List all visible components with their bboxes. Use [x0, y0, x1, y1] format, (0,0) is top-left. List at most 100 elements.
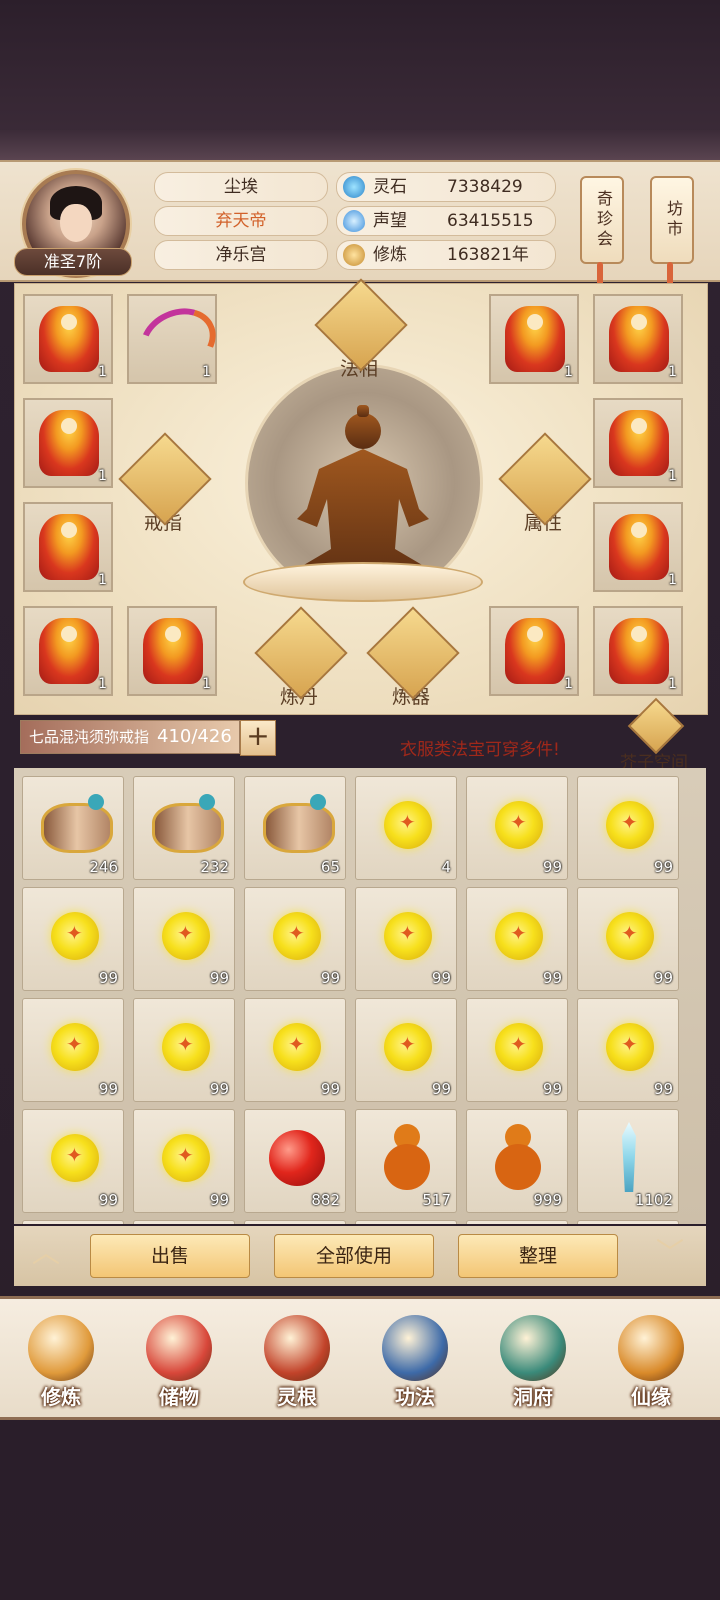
equip-slot[interactable]: 1 [23, 294, 113, 384]
stat-reputation: 声望 63415515 [336, 206, 556, 236]
robe-item-icon [609, 410, 669, 476]
inventory-item[interactable]: 99 [244, 887, 346, 991]
golden-orb-icon [162, 1023, 210, 1071]
equip-slot[interactable]: 1 [593, 606, 683, 696]
stat-label: 声望 [373, 211, 407, 231]
item-count: 882 [311, 1191, 340, 1209]
item-count: 246 [89, 858, 118, 876]
inventory-item[interactable]: 99 [133, 998, 235, 1102]
equip-slot[interactable]: 1 [127, 294, 227, 386]
inventory-grid: 2462326549999999999999999999999999999999… [14, 768, 706, 1224]
inventory-item[interactable]: 99 [355, 998, 457, 1102]
use-all-button[interactable]: 全部使用 [274, 1234, 434, 1278]
inventory-item[interactable] [244, 1220, 346, 1224]
golden-orb-icon [162, 1134, 210, 1182]
inventory-item[interactable]: 99 [133, 1109, 235, 1213]
inventory-item[interactable]: 99 [355, 887, 457, 991]
inventory-item[interactable]: 99 [22, 998, 124, 1102]
robe-item-icon [609, 514, 669, 580]
nav-label: 储物 [159, 1385, 199, 1409]
item-count: 99 [98, 969, 118, 987]
item-count: 99 [542, 1080, 562, 1098]
robe-item-icon [505, 618, 565, 684]
spirit-stone-icon [343, 176, 365, 198]
inventory-item[interactable]: 99 [577, 998, 679, 1102]
alchemy-button[interactable]: 炼丹 [254, 606, 348, 709]
inventory-item[interactable] [133, 1220, 235, 1224]
inventory-item[interactable]: 99 [466, 776, 568, 880]
golden-orb-icon [51, 1023, 99, 1071]
item-count: 99 [542, 858, 562, 876]
cultivation-icon [28, 1315, 94, 1381]
bottom-nav: 修炼 储物 灵根 功法 洞府 仙缘 [0, 1296, 720, 1420]
item-count: 99 [653, 858, 673, 876]
equip-slot[interactable]: 1 [23, 398, 113, 488]
ring-capacity-bar: 七品混沌须弥戒指 410/426 [20, 720, 240, 754]
inventory-item[interactable]: 4 [355, 776, 457, 880]
inventory-item[interactable]: 99 [22, 887, 124, 991]
stat-value: 163821年 [447, 245, 529, 265]
inventory-item[interactable]: 999 [466, 1109, 568, 1213]
equip-slot[interactable]: 1 [127, 606, 217, 696]
inventory-item[interactable]: 99 [466, 998, 568, 1102]
inventory-item[interactable]: 232 [133, 776, 235, 880]
nav-item[interactable]: 储物 [124, 1303, 234, 1413]
robe-item-icon [39, 514, 99, 580]
inventory-item[interactable]: 99 [577, 887, 679, 991]
inventory-item[interactable]: 99 [244, 998, 346, 1102]
forging-button[interactable]: 炼器 [366, 606, 460, 709]
nav-item[interactable]: 洞府 [478, 1303, 588, 1413]
inventory-item[interactable] [22, 1220, 124, 1224]
inventory-item[interactable] [466, 1220, 568, 1224]
treasure-fair-button[interactable]: 奇珍会 [580, 176, 624, 264]
equip-slot[interactable]: 1 [593, 294, 683, 384]
action-bar: ︿ 出售 全部使用 整理 ﹀ [14, 1226, 706, 1286]
inventory-item[interactable] [577, 1220, 679, 1224]
ring-button[interactable]: 戒指 [118, 432, 212, 535]
item-count: 517 [422, 1191, 451, 1209]
inventory-item[interactable]: 99 [577, 776, 679, 880]
inventory-item[interactable]: 517 [355, 1109, 457, 1213]
chevron-down-icon[interactable]: ﹀ [650, 1238, 690, 1268]
inventory-item[interactable]: 99 [133, 887, 235, 991]
nav-label: 灵根 [277, 1385, 317, 1409]
inventory-item[interactable]: 1102 [577, 1109, 679, 1213]
robe-item-icon [609, 306, 669, 372]
item-count: 99 [653, 1080, 673, 1098]
dharma-form-button[interactable]: 法相 [314, 278, 408, 381]
item-count: 999 [533, 1191, 562, 1209]
player-sect[interactable]: 净乐宫 [154, 240, 328, 270]
player-header: 准圣7阶 尘埃 弃天帝 净乐宫 灵石 7338429 声望 63415515 修… [0, 160, 720, 288]
equip-slot[interactable]: 1 [23, 606, 113, 696]
nav-item[interactable]: 仙缘 [596, 1303, 706, 1413]
nav-item[interactable]: 灵根 [242, 1303, 352, 1413]
inventory-item[interactable]: 99 [22, 1109, 124, 1213]
market-button[interactable]: 坊市 [650, 176, 694, 264]
sort-button[interactable]: 整理 [458, 1234, 618, 1278]
equip-slot[interactable]: 1 [489, 606, 579, 696]
golden-orb-icon [51, 912, 99, 960]
item-count: 99 [209, 1080, 229, 1098]
sell-button[interactable]: 出售 [90, 1234, 250, 1278]
nav-item[interactable]: 功法 [360, 1303, 470, 1413]
ring-capacity: 410/426 [157, 726, 232, 747]
nav-item[interactable]: 修炼 [6, 1303, 116, 1413]
inventory-item[interactable] [355, 1220, 457, 1224]
equip-slot[interactable]: 1 [23, 502, 113, 592]
item-count: 99 [209, 1191, 229, 1209]
inventory-item[interactable]: 882 [244, 1109, 346, 1213]
equip-slot[interactable]: 1 [593, 398, 683, 488]
equip-slot[interactable]: 1 [489, 294, 579, 384]
golden-orb-icon [51, 1134, 99, 1182]
attributes-button[interactable]: 属性 [498, 432, 592, 535]
player-title[interactable]: 弃天帝 [154, 206, 328, 236]
item-count: 65 [320, 858, 340, 876]
inventory-item[interactable]: 99 [466, 887, 568, 991]
cave-dwelling-icon [500, 1315, 566, 1381]
chevron-up-icon[interactable]: ︿ [26, 1238, 66, 1268]
inventory-item[interactable]: 65 [244, 776, 346, 880]
expand-capacity-button[interactable]: + [240, 720, 276, 756]
inventory-item[interactable]: 246 [22, 776, 124, 880]
equip-slot[interactable]: 1 [593, 502, 683, 592]
golden-orb-icon [273, 1023, 321, 1071]
